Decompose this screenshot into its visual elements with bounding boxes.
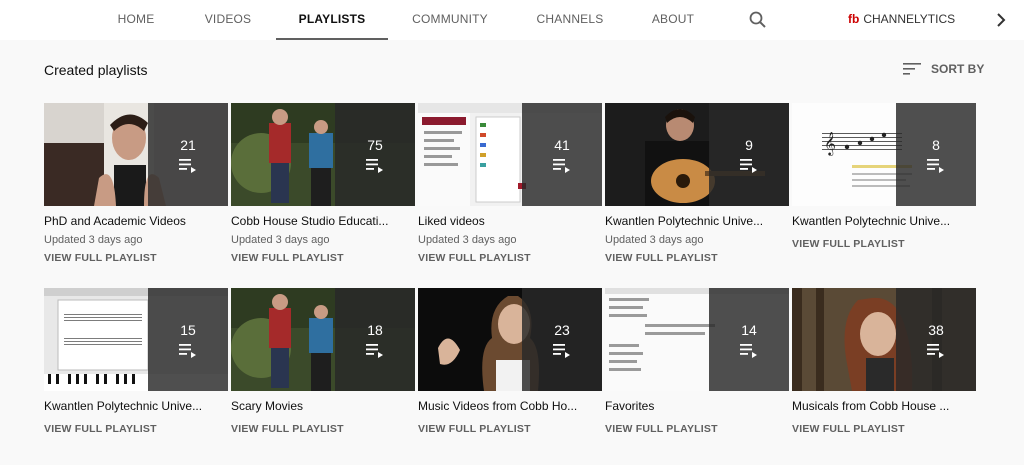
video-count: 9 [745, 136, 753, 153]
playlist-title[interactable]: Music Videos from Cobb Ho... [418, 399, 596, 413]
view-full-playlist-link[interactable]: VIEW FULL PLAYLIST [792, 423, 976, 435]
playlist-title[interactable]: Kwantlen Polytechnic Unive... [605, 214, 783, 228]
section-title: Created playlists [44, 62, 148, 78]
playlist-title[interactable]: Musicals from Cobb House ... [792, 399, 970, 413]
video-count: 18 [367, 321, 383, 338]
chevron-right-icon[interactable] [994, 11, 1008, 29]
playlist-icon [927, 158, 944, 173]
playlist-icon [179, 158, 196, 173]
view-full-playlist-link[interactable]: VIEW FULL PLAYLIST [418, 423, 602, 435]
playlist-card: 21 PhD and Academic Videos Updated 3 day… [44, 103, 228, 264]
video-count: 21 [180, 136, 196, 153]
playlist-updated: Updated 3 days ago [418, 234, 517, 246]
playlist-title[interactable]: Scary Movies [231, 399, 409, 413]
playlist-icon [927, 343, 944, 358]
sort-icon [903, 63, 921, 75]
playlist-icon [740, 343, 757, 358]
view-full-playlist-link[interactable]: VIEW FULL PLAYLIST [44, 423, 228, 435]
playlist-thumbnail[interactable]: 9 [605, 103, 789, 206]
video-count: 14 [741, 321, 757, 338]
playlist-thumbnail[interactable]: 41 [418, 103, 602, 206]
view-full-playlist-link[interactable]: VIEW FULL PLAYLIST [605, 423, 789, 435]
video-count: 41 [554, 136, 570, 153]
playlist-count-overlay: 41 [522, 103, 602, 206]
playlist-count-overlay: 8 [896, 103, 976, 206]
playlist-card: 38 Musicals from Cobb House ... VIEW FUL… [792, 288, 976, 435]
playlist-card: 41 Liked videos Updated 3 days ago VIEW … [418, 103, 602, 264]
playlist-title[interactable]: Cobb House Studio Educati... [231, 214, 409, 228]
playlist-icon [366, 158, 383, 173]
playlist-count-overlay: 21 [148, 103, 228, 206]
channelytics-label: CHANNELYTICS [863, 12, 956, 26]
view-full-playlist-link[interactable]: VIEW FULL PLAYLIST [418, 252, 602, 264]
video-count: 15 [180, 321, 196, 338]
playlist-card: 𝄞 8 Kwantlen Polytechnic Unive... VIEW F… [792, 103, 976, 250]
tab-about[interactable]: ABOUT [640, 0, 706, 40]
playlist-count-overlay: 15 [148, 288, 228, 391]
tab-videos[interactable]: VIDEOS [194, 0, 262, 40]
tab-home[interactable]: HOME [104, 0, 168, 40]
playlist-card: 14 Favorites VIEW FULL PLAYLIST [605, 288, 789, 435]
tab-community[interactable]: COMMUNITY [404, 0, 496, 40]
playlist-title[interactable]: PhD and Academic Videos [44, 214, 222, 228]
playlist-card: 18 Scary Movies VIEW FULL PLAYLIST [231, 288, 415, 435]
svg-text:𝄞: 𝄞 [824, 131, 836, 156]
playlist-count-overlay: 38 [896, 288, 976, 391]
playlist-title[interactable]: Liked videos [418, 214, 596, 228]
playlist-icon [553, 158, 570, 173]
view-full-playlist-link[interactable]: VIEW FULL PLAYLIST [231, 252, 415, 264]
playlist-updated: Updated 3 days ago [231, 234, 330, 246]
playlist-icon [366, 343, 383, 358]
playlist-card: 15 Kwantlen Polytechnic Unive... VIEW FU… [44, 288, 228, 435]
playlist-icon [179, 343, 196, 358]
playlist-count-overlay: 9 [709, 103, 789, 206]
playlist-updated: Updated 3 days ago [605, 234, 704, 246]
view-full-playlist-link[interactable]: VIEW FULL PLAYLIST [792, 238, 976, 250]
tab-channels[interactable]: CHANNELS [524, 0, 616, 40]
playlist-thumbnail[interactable]: 15 [44, 288, 228, 391]
playlist-thumbnail[interactable]: 21 [44, 103, 228, 206]
playlist-count-overlay: 75 [335, 103, 415, 206]
sort-label: SORT BY [931, 62, 985, 76]
channelytics-logo-icon: fb [848, 12, 860, 26]
search-icon[interactable] [748, 10, 768, 30]
video-count: 23 [554, 321, 570, 338]
tab-playlists[interactable]: PLAYLISTS [276, 0, 388, 40]
playlist-title[interactable]: Kwantlen Polytechnic Unive... [44, 399, 222, 413]
playlist-thumbnail[interactable]: 23 [418, 288, 602, 391]
playlist-thumbnail[interactable]: 38 [792, 288, 976, 391]
playlist-title[interactable]: Kwantlen Polytechnic Unive... [792, 214, 970, 228]
playlist-title[interactable]: Favorites [605, 399, 783, 413]
playlist-thumbnail[interactable]: 𝄞 8 [792, 103, 976, 206]
playlist-card: 75 Cobb House Studio Educati... Updated … [231, 103, 415, 264]
channelytics-button[interactable]: fb CHANNELYTICS [848, 12, 955, 26]
video-count: 38 [928, 321, 944, 338]
playlist-updated: Updated 3 days ago [44, 234, 143, 246]
playlist-count-overlay: 23 [522, 288, 602, 391]
video-count: 8 [932, 136, 940, 153]
channel-tab-bar: HOME VIDEOS PLAYLISTS COMMUNITY CHANNELS… [0, 0, 1024, 40]
playlist-thumbnail[interactable]: 14 [605, 288, 789, 391]
playlist-card: 23 Music Videos from Cobb Ho... VIEW FUL… [418, 288, 602, 435]
playlist-icon [553, 343, 570, 358]
video-count: 75 [367, 136, 383, 153]
playlist-thumbnail[interactable]: 18 [231, 288, 415, 391]
view-full-playlist-link[interactable]: VIEW FULL PLAYLIST [44, 252, 228, 264]
playlist-icon [740, 158, 757, 173]
view-full-playlist-link[interactable]: VIEW FULL PLAYLIST [231, 423, 415, 435]
view-full-playlist-link[interactable]: VIEW FULL PLAYLIST [605, 252, 789, 264]
playlist-thumbnail[interactable]: 75 [231, 103, 415, 206]
playlist-count-overlay: 14 [709, 288, 789, 391]
playlist-count-overlay: 18 [335, 288, 415, 391]
playlist-card: 9 Kwantlen Polytechnic Unive... Updated … [605, 103, 789, 264]
sort-by-button[interactable]: SORT BY [903, 62, 984, 76]
